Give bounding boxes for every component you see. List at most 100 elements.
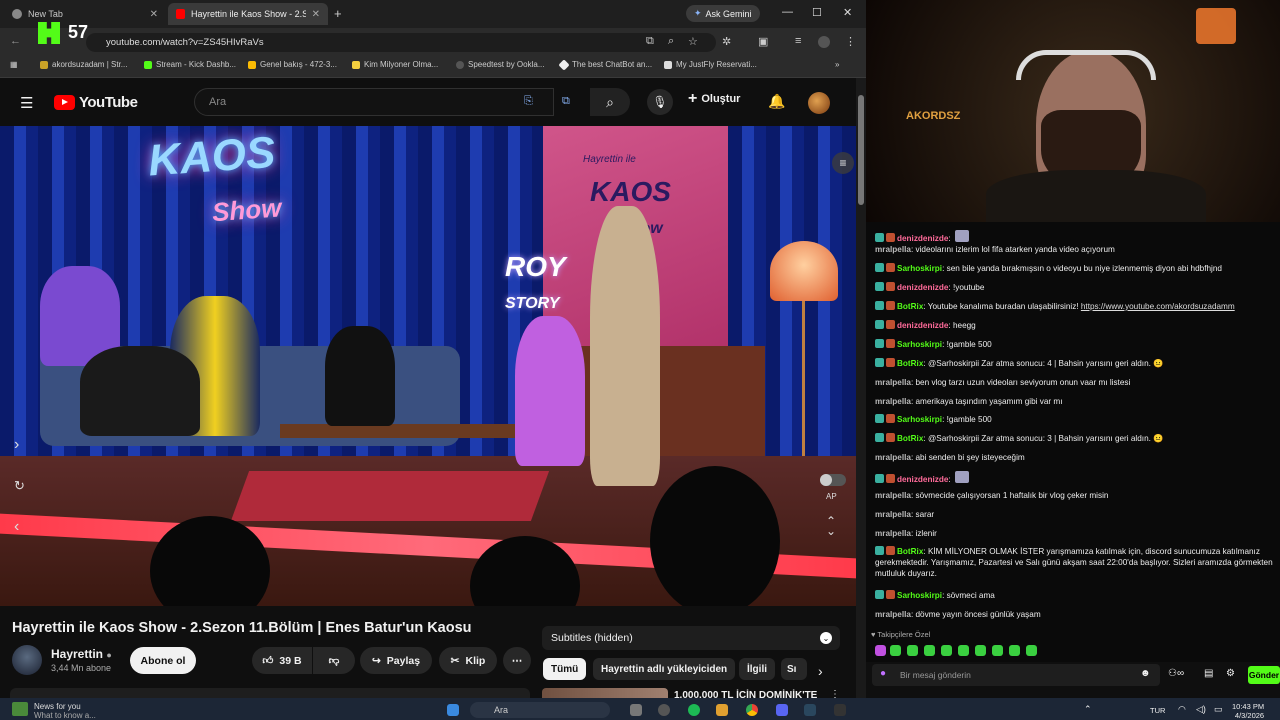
emote-icon[interactable] (890, 645, 901, 656)
chat-username[interactable]: mralpella (875, 378, 911, 387)
chat-username[interactable]: BotRix (897, 434, 923, 443)
wifi-icon[interactable]: ◠ (1178, 704, 1186, 715)
chat-username[interactable]: mralpella (875, 397, 911, 406)
emote-icon[interactable] (1009, 645, 1020, 656)
close-window-icon[interactable]: ✕ (843, 6, 852, 19)
mic-icon[interactable]: ● (880, 668, 886, 679)
minimize-icon[interactable]: — (782, 6, 793, 18)
hamburger-menu-icon[interactable]: ☰ (20, 94, 33, 112)
chat-username[interactable]: denizdenizde (897, 283, 948, 292)
url-field[interactable]: youtube.com/watch?v=ZS45HIvRaVs (86, 33, 716, 52)
chat-username[interactable]: denizdenizde (897, 475, 948, 484)
dislike-button[interactable]: 👎︎ (313, 647, 355, 674)
chip-all[interactable]: Tümü (543, 658, 587, 680)
notifications-bell-icon[interactable]: 🔔 (768, 93, 785, 110)
chat-username[interactable]: Sarhoskirpi (897, 340, 942, 349)
chat-username[interactable]: Sarhoskirpi (897, 591, 942, 600)
subtitles-panel-header[interactable]: Subtitles (hidden) ⌄ (542, 626, 840, 650)
channel-name[interactable]: Hayrettin ● (51, 647, 112, 661)
bookmark-item[interactable]: The best ChatBot an... (558, 58, 652, 71)
chat-username[interactable]: Sarhoskirpi (897, 264, 942, 273)
chat-username[interactable]: BotRix (897, 547, 923, 556)
account-avatar[interactable] (808, 92, 830, 114)
emote-icon[interactable] (907, 645, 918, 656)
cast-icon[interactable]: ⧉ (646, 35, 654, 48)
bookmark-item[interactable]: akordsuzadam | Str... (40, 60, 127, 69)
gear-icon[interactable]: ⚙ (1226, 668, 1235, 679)
create-button[interactable]: + Oluştur (688, 90, 740, 108)
chat-username[interactable]: denizdenizde (897, 234, 948, 243)
chat-username[interactable]: mralpella (875, 510, 911, 519)
replay-icon[interactable]: ↻ (14, 478, 25, 494)
send-button[interactable]: Gönder (1248, 666, 1280, 684)
bookmark-item[interactable]: Genel bakış - 472-3... (248, 60, 337, 69)
spotify-icon[interactable] (688, 704, 700, 716)
chat-link[interactable]: https://www.youtube.com/akordsuzadamm (1081, 302, 1235, 311)
steam-icon[interactable] (804, 704, 816, 716)
chat-username[interactable]: denizdenizde (897, 321, 948, 330)
tab-youtube[interactable]: Hayrettin ile Kaos Show - 2.Sez ✕ (168, 3, 328, 25)
description-box[interactable] (10, 688, 530, 698)
taskbar-search[interactable]: Ara (470, 702, 610, 718)
apps-icon[interactable]: ▦ (10, 60, 18, 69)
bookmark-item[interactable]: My JustFly Reservati... (664, 60, 757, 69)
back-icon[interactable]: ← (10, 35, 21, 47)
chevron-left-icon[interactable]: ‹ (14, 518, 19, 536)
chat-username[interactable]: mralpella (875, 529, 911, 538)
chat-username[interactable]: mralpella (875, 453, 911, 462)
chrome-icon[interactable] (746, 704, 758, 716)
like-button[interactable]: 👍︎ 39 B (252, 647, 312, 674)
chat-username[interactable]: Sarhoskirpi (897, 415, 942, 424)
autoplay-toggle[interactable] (820, 474, 846, 486)
chat-message-input[interactable]: Bir mesaj gönderin (872, 664, 1160, 686)
scrollbar-thumb[interactable] (858, 95, 864, 205)
chip-more[interactable]: Sı (781, 658, 807, 680)
voice-search-button[interactable]: 🎙 (647, 89, 673, 115)
star-icon[interactable]: ☆ (688, 35, 698, 48)
search-button[interactable]: ⌕ (590, 88, 630, 116)
youtube-logo[interactable]: YouTube (54, 94, 138, 111)
channel-avatar[interactable] (12, 645, 42, 675)
menu-kebab-icon[interactable]: ⋮ (845, 35, 856, 48)
chip-uploader[interactable]: Hayrettin adlı yükleyiciden (593, 658, 736, 680)
extensions-icon[interactable]: ✲ (722, 35, 731, 48)
clock[interactable]: 10:43 PM 4/3/2026 (1232, 702, 1264, 720)
sidepanel-icon[interactable]: ▣ (758, 35, 768, 48)
more-actions-button[interactable]: ⋯ (503, 647, 531, 674)
zoom-icon[interactable]: ⌕ (668, 35, 674, 48)
ask-gemini-button[interactable]: ✦ Ask Gemini (686, 5, 760, 22)
battery-icon[interactable]: ▭ (1214, 704, 1223, 715)
emote-icon[interactable] (941, 645, 952, 656)
emoji-icon[interactable]: ☻ (1140, 668, 1151, 679)
tray-chevron-icon[interactable]: ⌃ (1084, 704, 1092, 715)
new-tab-button[interactable]: + (334, 6, 342, 21)
windows-start-icon[interactable] (447, 704, 459, 716)
emote-icon[interactable] (924, 645, 935, 656)
screen-capture-icon[interactable]: ⧉ (562, 95, 570, 108)
chat-username[interactable]: mralpella (875, 245, 911, 254)
news-widget[interactable]: News for you What to know a... (34, 702, 96, 720)
emote-icon[interactable] (1026, 645, 1037, 656)
chat-username[interactable]: mralpella (875, 610, 911, 619)
store-icon[interactable]: ▤ (1204, 668, 1213, 679)
emote-icon[interactable] (975, 645, 986, 656)
media-icon[interactable]: ≡ (795, 35, 801, 47)
chat-username[interactable]: mralpella (875, 491, 911, 500)
bookmark-item[interactable]: Kim Milyoner Olma... (352, 60, 438, 69)
more-bookmarks-icon[interactable]: » (835, 60, 839, 69)
chip-related[interactable]: İlgili (739, 658, 775, 680)
github-icon[interactable] (658, 704, 670, 716)
profile-icon[interactable] (818, 36, 830, 48)
obs-icon[interactable] (834, 704, 846, 716)
chat-username[interactable]: BotRix (897, 359, 923, 368)
task-view-icon[interactable] (630, 704, 642, 716)
share-button[interactable]: ↪ Paylaş (360, 647, 432, 674)
subscribe-button[interactable]: Abone ol (130, 647, 196, 674)
emote-icon[interactable] (875, 645, 886, 656)
close-icon[interactable]: ✕ (312, 9, 320, 20)
player-menu-icon[interactable]: ≡ (832, 152, 854, 174)
translate-icon[interactable]: ⎘ (524, 95, 533, 108)
chat-username[interactable]: BotRix (897, 302, 923, 311)
close-icon[interactable]: ✕ (150, 9, 158, 20)
emote-icon[interactable] (958, 645, 969, 656)
